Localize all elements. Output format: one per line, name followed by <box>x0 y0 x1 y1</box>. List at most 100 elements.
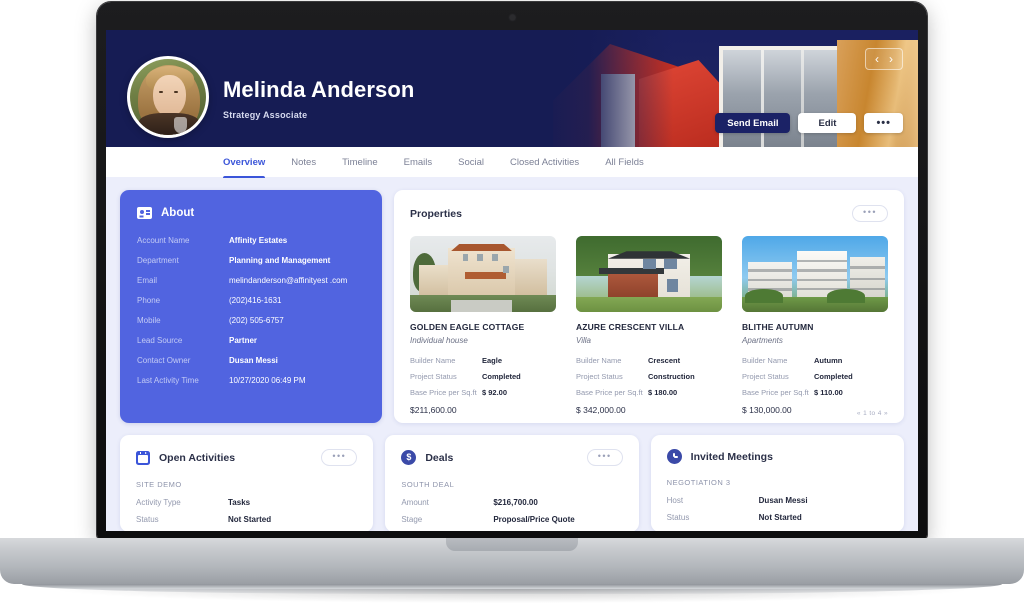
property-field-label: Project Status <box>410 372 457 381</box>
property-field: Builder Name Autumn <box>742 356 888 365</box>
tab-timeline[interactable]: Timeline <box>342 147 378 178</box>
property-field-value: Eagle <box>482 356 503 365</box>
contact-identity: Melinda Anderson Strategy Associate <box>223 77 414 120</box>
about-field: Email melindanderson@affinityest .com <box>137 276 365 285</box>
property-field-value: $ 92.00 <box>482 388 508 397</box>
property-card[interactable]: AZURE CRESCENT VILLA Villa Builder Name … <box>576 236 722 415</box>
id-card-icon <box>137 207 152 219</box>
properties-pagination[interactable]: « 1 to 4 » <box>857 410 888 417</box>
property-field-value: Completed <box>814 372 853 381</box>
about-field-label: Email <box>137 276 158 285</box>
property-card[interactable]: BLITHE AUTUMN Apartments Builder Name Au… <box>742 236 888 415</box>
about-field: Contact Owner Dusan Messi <box>137 356 365 365</box>
deals-field: Amount $216,700.00 <box>401 498 622 507</box>
properties-card: Properties ••• GOLDEN EAGLE COTTAGE Indi… <box>394 190 904 423</box>
property-field-label: Builder Name <box>742 356 788 365</box>
about-field-value: Dusan Messi <box>229 356 278 365</box>
send-email-button[interactable]: Send Email <box>715 113 791 133</box>
laptop-top-bezel <box>97 2 927 30</box>
chevron-right-icon[interactable]: › <box>884 51 898 67</box>
tab-overview[interactable]: Overview <box>223 147 266 178</box>
property-name: AZURE CRESCENT VILLA <box>576 322 685 332</box>
avatar-photo <box>130 59 206 135</box>
deals-field: Stage Proposal/Price Quote <box>401 515 622 524</box>
about-card: About Account Name Affinity Estates Depa… <box>120 190 382 423</box>
property-field-value: Completed <box>482 372 521 381</box>
bottom-row: Open Activities ••• SITE DEMO Activity T… <box>120 435 904 531</box>
tab-bar: Overview Notes Timeline Emails Social Cl… <box>106 147 918 178</box>
profile-header: ‹ › Melinda Anderson Strategy Associate … <box>106 30 918 147</box>
about-field: Lead Source Partner <box>137 336 365 345</box>
invited-meetings-title: Invited Meetings <box>690 450 773 463</box>
deals-card: $ Deals ••• SOUTH DEAL Amount $216,700.0… <box>385 435 639 531</box>
about-field-value-phone[interactable]: (202)416-1631 <box>229 296 281 305</box>
about-field-value: Affinity Estates <box>229 236 288 245</box>
invited-meetings-header: Invited Meetings <box>666 449 888 464</box>
invited-meetings-field: Status Not Started <box>667 513 888 522</box>
laptop-base-notch <box>446 538 578 551</box>
clock-icon <box>666 449 682 464</box>
field-label: Host <box>666 496 684 505</box>
edit-button[interactable]: Edit <box>798 113 857 133</box>
content-area: About Account Name Affinity Estates Depa… <box>106 178 918 531</box>
deals-more-button[interactable]: ••• <box>586 449 623 466</box>
property-name: BLITHE AUTUMN <box>742 322 814 332</box>
field-value: Not Started <box>758 513 802 522</box>
about-field: Last Activity Time 10/27/2020 06:49 PM <box>137 376 365 385</box>
field-value: Not Started <box>228 515 272 524</box>
property-field-value: $ 110.00 <box>814 388 843 397</box>
webcam-icon <box>509 15 515 20</box>
about-field-label: Account Name <box>137 236 190 245</box>
deals-subtitle: SOUTH DEAL <box>401 480 455 489</box>
dollar-circle-icon: $ <box>401 450 417 465</box>
property-field: Project Status Completed <box>742 372 888 381</box>
about-field: Mobile (202) 505-6757 <box>137 316 365 325</box>
property-field: Project Status Construction <box>576 372 722 381</box>
field-label: Amount <box>401 498 429 507</box>
open-activities-field: Activity Type Tasks <box>136 498 357 507</box>
more-options-button[interactable]: ••• <box>864 113 903 133</box>
about-field: Department Planning and Management <box>137 256 365 265</box>
chevron-left-icon[interactable]: ‹ <box>870 51 884 67</box>
tab-emails[interactable]: Emails <box>404 147 433 178</box>
property-field: Builder Name Eagle <box>410 356 556 365</box>
deals-title: Deals <box>425 451 454 464</box>
open-activities-title: Open Activities <box>159 451 236 464</box>
about-field-label: Lead Source <box>137 336 183 345</box>
property-field-label: Base Price per Sq.ft <box>410 388 477 397</box>
about-field-value: Planning and Management <box>229 256 331 265</box>
properties-list: GOLDEN EAGLE COTTAGE Individual house Bu… <box>410 236 888 415</box>
property-field-value: Construction <box>648 372 695 381</box>
about-field-label: Mobile <box>137 316 161 325</box>
about-card-header: About <box>137 207 365 219</box>
field-value: Proposal/Price Quote <box>493 515 575 524</box>
modern-brick-house-photo <box>576 236 722 312</box>
property-type: Apartments <box>742 336 783 345</box>
about-field-value-email[interactable]: melindanderson@affinityest .com <box>229 276 347 285</box>
tab-all-fields[interactable]: All Fields <box>605 147 644 178</box>
tab-notes[interactable]: Notes <box>291 147 316 178</box>
laptop-shadow <box>60 589 964 603</box>
tab-social[interactable]: Social <box>458 147 484 178</box>
about-field-label: Phone <box>137 296 161 305</box>
about-field-value: 10/27/2020 06:49 PM <box>229 376 306 385</box>
record-navigation[interactable]: ‹ › <box>865 48 903 70</box>
property-field-label: Base Price per Sq.ft <box>576 388 643 397</box>
field-label: Stage <box>401 515 423 524</box>
tab-closed-activities[interactable]: Closed Activities <box>510 147 579 178</box>
deals-header: $ Deals ••• <box>401 449 623 466</box>
about-field: Phone (202)416-1631 <box>137 296 365 305</box>
property-field: Builder Name Crescent <box>576 356 722 365</box>
open-activities-header: Open Activities ••• <box>136 449 358 466</box>
properties-card-title: Properties <box>410 207 462 220</box>
open-activities-more-button[interactable]: ••• <box>321 449 358 466</box>
property-name: GOLDEN EAGLE COTTAGE <box>410 322 525 332</box>
about-field-value-mobile[interactable]: (202) 505-6757 <box>229 316 284 325</box>
avatar[interactable] <box>127 56 209 138</box>
properties-more-button[interactable]: ••• <box>852 205 888 222</box>
property-card[interactable]: GOLDEN EAGLE COTTAGE Individual house Bu… <box>410 236 556 415</box>
invited-meetings-card: Invited Meetings NEGOTIATION 3 Host Dusa… <box>650 435 904 531</box>
property-field: Project Status Completed <box>410 372 556 381</box>
laptop-mockup: ‹ › Melinda Anderson Strategy Associate … <box>0 0 1024 604</box>
field-value: Dusan Messi <box>758 496 808 505</box>
